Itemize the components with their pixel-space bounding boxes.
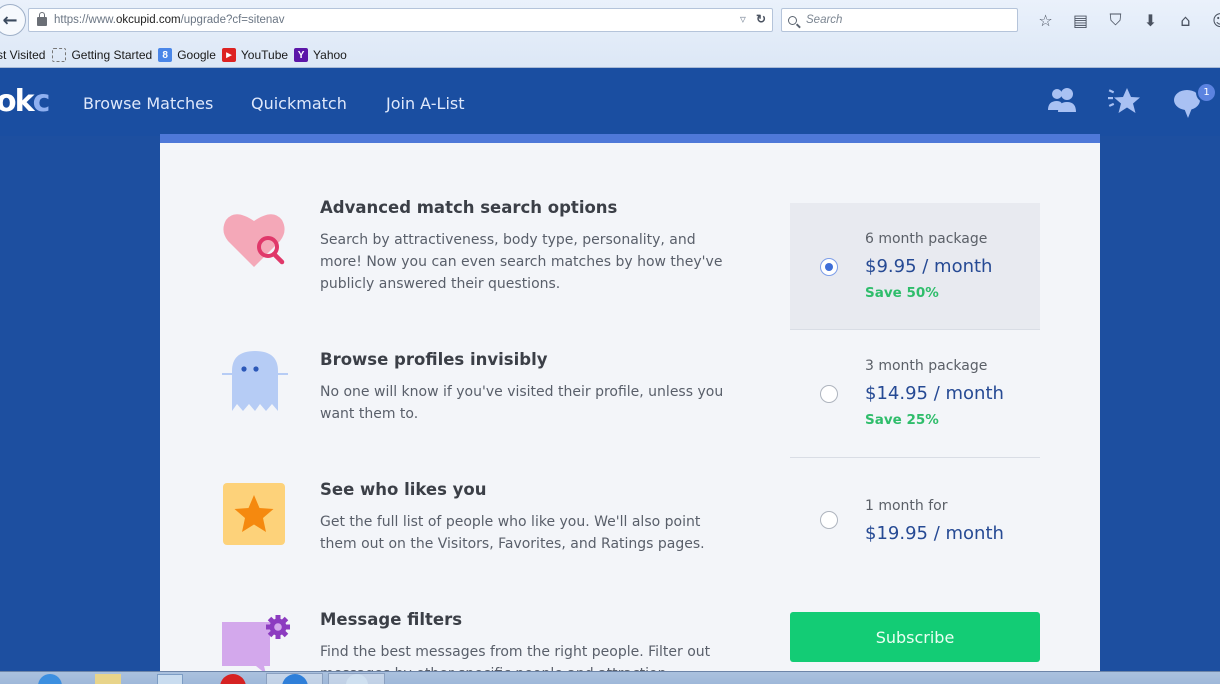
- download-icon[interactable]: ⬇: [1133, 8, 1168, 32]
- browser-toolbar: ☆ ▤ ⛉ ⬇ ⌂ ☺: [1028, 8, 1220, 32]
- bookmark-getting-started[interactable]: Getting Started: [52, 48, 152, 62]
- card-accent-bar: [160, 134, 1100, 143]
- search-input[interactable]: Search: [781, 8, 1018, 32]
- bookmark-most-visited[interactable]: st Visited: [0, 48, 45, 62]
- nav-join-a-list[interactable]: Join A-List: [386, 94, 465, 113]
- address-bar[interactable]: https://www. okcupid.com/upgrade?cf=siten…: [28, 8, 773, 32]
- plan-6-month[interactable]: 6 month package $9.95 / month Save 50%: [790, 203, 1040, 330]
- logo-text: ok: [0, 84, 35, 119]
- heart-search-icon: [223, 214, 285, 267]
- bookmark-youtube[interactable]: ▶ YouTube: [221, 48, 289, 62]
- nav-browse-matches[interactable]: Browse Matches: [83, 94, 213, 113]
- google-icon: 8: [158, 48, 173, 62]
- bookmark-label: st Visited: [0, 48, 46, 62]
- record-icon[interactable]: [220, 674, 246, 684]
- yahoo-icon: Y: [294, 48, 309, 62]
- plan-1-month[interactable]: 1 month for $19.95 / month: [790, 458, 1040, 578]
- bookmark-google[interactable]: 8 Google: [158, 48, 216, 62]
- bookmark-label: YouTube: [240, 48, 289, 62]
- pocket-icon[interactable]: ⛉: [1098, 8, 1133, 32]
- explorer-icon[interactable]: [95, 674, 121, 684]
- nav-quickmatch[interactable]: Quickmatch: [251, 94, 347, 113]
- feature-description: Get the full list of people who like you…: [320, 514, 705, 552]
- browser-chrome: ← https://www. okcupid.com/upgrade?cf=sit…: [0, 0, 1220, 68]
- people-icon[interactable]: [1046, 86, 1078, 116]
- plan-price: $9.95 / month: [865, 256, 993, 277]
- back-arrow-icon: ←: [2, 9, 18, 31]
- feature-title: Browse profiles invisibly: [320, 350, 548, 369]
- lock-icon: [37, 12, 47, 26]
- reading-list-icon[interactable]: ▤: [1063, 8, 1098, 32]
- okc-logo[interactable]: okc: [0, 84, 51, 119]
- feature-description: Search by attractiveness, body type, per…: [320, 232, 723, 292]
- feature-title: Advanced match search options: [320, 198, 618, 217]
- plan-label: 3 month package: [865, 358, 988, 374]
- plan-price: $14.95 / month: [865, 383, 1004, 404]
- url-prefix: https://www.: [54, 14, 116, 26]
- star-icon: [223, 483, 285, 545]
- feature-description: No one will know if you've visited their…: [320, 384, 724, 422]
- chat-icon[interactable]: ☺: [1203, 8, 1220, 32]
- bookmark-label: Yahoo: [313, 48, 347, 62]
- os-taskbar: [0, 671, 1220, 684]
- url-dropdown-icon[interactable]: ▿: [740, 12, 746, 26]
- bookmark-yahoo[interactable]: Y Yahoo: [294, 48, 347, 62]
- bookmark-label: Getting Started: [71, 48, 153, 62]
- plan-save: Save 25%: [865, 412, 939, 428]
- plan-radio[interactable]: [820, 385, 838, 403]
- messages-badge: 1: [1196, 82, 1217, 103]
- plan-radio[interactable]: [820, 511, 838, 529]
- message-gear-icon: [222, 615, 290, 674]
- site-header: okc Browse Matches Quickmatch Join A-Lis…: [0, 68, 1220, 136]
- youtube-icon: ▶: [221, 48, 236, 62]
- url-host: okcupid.com: [116, 14, 181, 26]
- ie-icon[interactable]: [38, 674, 62, 684]
- bookmarks-bar: st Visited Getting Started 8 Google ▶ YouT…: [0, 44, 353, 66]
- subscribe-button[interactable]: Subscribe: [790, 612, 1040, 662]
- bookmark-star-icon[interactable]: ☆: [1028, 8, 1063, 32]
- plan-price: $19.95 / month: [865, 523, 1004, 544]
- reload-icon[interactable]: ↻: [756, 12, 766, 26]
- ghost-icon: [222, 351, 288, 411]
- search-placeholder: Search: [806, 14, 843, 26]
- getting-started-icon: [52, 48, 67, 62]
- plan-3-month[interactable]: 3 month package $14.95 / month Save 25%: [790, 330, 1040, 458]
- plan-label: 6 month package: [865, 231, 988, 247]
- url-path: /upgrade?cf=sitenav: [180, 14, 285, 26]
- plan-label: 1 month for: [865, 498, 948, 514]
- logo-accent: c: [32, 84, 51, 119]
- home-icon[interactable]: ⌂: [1168, 8, 1203, 32]
- plan-radio[interactable]: [820, 258, 838, 276]
- feature-title: See who likes you: [320, 480, 487, 499]
- plan-save: Save 50%: [865, 285, 939, 301]
- favorites-star-icon[interactable]: [1106, 85, 1142, 117]
- bookmark-label: Google: [177, 48, 216, 62]
- search-icon: [788, 15, 797, 25]
- feature-title: Message filters: [320, 610, 463, 629]
- upgrade-card: Advanced match search options Search by …: [160, 143, 1100, 684]
- app-icon[interactable]: [157, 674, 183, 684]
- back-button[interactable]: ←: [0, 4, 26, 36]
